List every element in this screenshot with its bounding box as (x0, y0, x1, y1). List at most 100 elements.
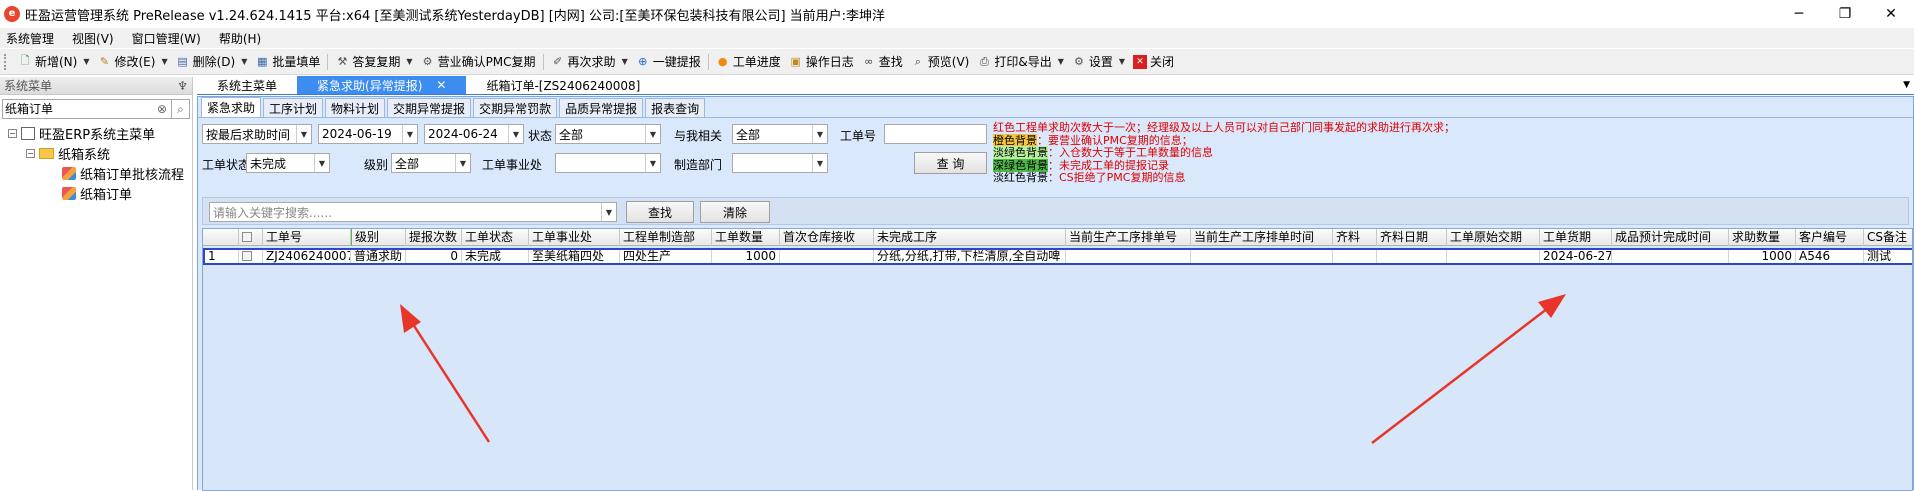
col-header[interactable]: 工单原始交期 (1447, 229, 1540, 246)
chevron-down-icon[interactable]: ▼ (83, 57, 89, 66)
chevron-down-icon[interactable]: ▼ (402, 125, 417, 143)
col-header[interactable]: 成品预计完成时间 (1612, 229, 1729, 246)
edit-button[interactable]: ✎ 修改(E) ▼ (94, 51, 172, 73)
tab-system-main-menu[interactable]: 系统主菜单 (197, 76, 297, 94)
dept-select[interactable]: ▼ (732, 153, 828, 173)
chevron-down-icon[interactable]: ▼ (645, 154, 660, 172)
chevron-down-icon[interactable]: ▼ (508, 125, 523, 143)
tab-carton-order[interactable]: 纸箱订单-[ZS2406240008] (466, 76, 660, 94)
work-order-input[interactable] (884, 124, 987, 144)
table-row[interactable]: 1 ZJ2406240007 普通求助 0 未完成 至美纸箱四处 四处生产 10… (203, 248, 1912, 265)
subtab-quality-exception[interactable]: 品质异常提报 (559, 98, 644, 117)
close-button[interactable]: ✕ 关闭 (1129, 51, 1178, 73)
pin-icon[interactable]: ♆ (177, 79, 188, 93)
chevron-down-icon[interactable]: ▼ (455, 154, 470, 172)
sales-confirm-button[interactable]: ⚙ 营业确认PMC复期 (417, 51, 540, 73)
menu-window[interactable]: 窗口管理(W) (132, 30, 201, 47)
wo-status-select[interactable]: 未完成 ▼ (246, 153, 330, 173)
menu-view[interactable]: 视图(V) (72, 30, 114, 47)
chevron-down-icon[interactable]: ▼ (812, 154, 827, 172)
request-again-button[interactable]: ✐ 再次求助 ▼ (547, 51, 632, 73)
menu-system[interactable]: 系统管理 (6, 30, 54, 47)
batch-fill-button[interactable]: ▦ 批量填单 (251, 51, 324, 73)
tree-node-approval-flow[interactable]: 纸箱订单批核流程 (0, 163, 192, 183)
col-header[interactable]: 工单事业处 (529, 229, 620, 246)
new-button[interactable]: 🗋 新增(N) ▼ (14, 51, 94, 73)
close-tab-icon[interactable]: ✕ (436, 78, 446, 92)
subtab-emergency-help[interactable]: 紧急求助 (201, 97, 262, 117)
query-button[interactable]: 查 询 (914, 152, 987, 174)
chevron-down-icon[interactable]: ▼ (314, 154, 329, 172)
col-header[interactable]: 工单数量 (712, 229, 780, 246)
col-header[interactable]: 客户编号 (1796, 229, 1864, 246)
row-checkbox[interactable] (242, 251, 252, 261)
col-header[interactable]: 未完成工序 (874, 229, 1066, 246)
operation-log-button[interactable]: ▣ 操作日志 (785, 51, 858, 73)
division-select[interactable]: ▼ (555, 153, 661, 173)
reply-review-button[interactable]: ⚒ 答复复期 ▼ (331, 51, 416, 73)
toolbar-grip[interactable] (4, 53, 8, 70)
date-to-field[interactable]: 2024-06-24 ▼ (424, 124, 524, 144)
col-header[interactable]: CS备注 (1864, 229, 1912, 246)
tab-list-dropdown-icon[interactable]: ▼ (1903, 80, 1910, 90)
tab-emergency-help[interactable]: 紧急求助(异常提报) ✕ (297, 76, 467, 94)
subtab-material-plan[interactable]: 物料计划 (325, 98, 386, 117)
clear-icon[interactable]: ⊗ (153, 100, 171, 118)
settings-button[interactable]: ⚙ 设置 ▼ (1068, 51, 1129, 73)
work-progress-button[interactable]: ● 工单进度 (712, 51, 785, 73)
clear-button[interactable]: 清除 (700, 201, 770, 223)
col-header[interactable]: 级别 (351, 229, 406, 246)
menu-help[interactable]: 帮助(H) (219, 30, 261, 47)
keyword-search-input[interactable]: 请输入关键字搜索...... ▼ (209, 202, 617, 222)
col-header[interactable]: 提报次数 (406, 229, 462, 246)
chevron-down-icon[interactable]: ▼ (161, 57, 167, 66)
preview-button[interactable]: ⌕ 预览(V) (907, 51, 974, 73)
select-all-checkbox[interactable] (242, 232, 252, 242)
chevron-down-icon[interactable]: ▼ (406, 57, 412, 66)
print-export-button[interactable]: ⎙ 打印&导出 ▼ (973, 51, 1068, 73)
sidebar-search-input[interactable]: 纸箱订单 (3, 100, 153, 118)
col-header[interactable]: 当前生产工序排单号 (1066, 229, 1191, 246)
search-button[interactable]: 查找 (626, 201, 694, 223)
tree-node-root[interactable]: − 旺盈ERP系统主菜单 (0, 123, 192, 143)
col-header[interactable]: 工单号 (263, 229, 351, 246)
close-window-button[interactable]: ✕ (1868, 0, 1914, 28)
chevron-down-icon[interactable]: ▼ (601, 203, 616, 221)
subtab-delivery-penalty[interactable]: 交期异常罚款 (473, 98, 558, 117)
chevron-down-icon[interactable]: ▼ (1058, 57, 1064, 66)
chevron-down-icon[interactable]: ▼ (241, 57, 247, 66)
col-header[interactable]: 工单状态 (462, 229, 529, 246)
chevron-down-icon[interactable]: ▼ (622, 57, 628, 66)
subtab-delivery-exception[interactable]: 交期异常提报 (387, 98, 472, 117)
col-header[interactable]: 当前生产工序排单时间 (1191, 229, 1333, 246)
chevron-down-icon[interactable]: ▼ (1119, 57, 1125, 66)
level-select[interactable]: 全部 ▼ (391, 153, 471, 173)
collapse-icon[interactable]: − (8, 128, 17, 138)
collapse-icon[interactable]: − (26, 148, 35, 158)
minimize-button[interactable]: ─ (1776, 0, 1822, 28)
sidebar-search[interactable]: 纸箱订单 ⊗ ⌕ (2, 99, 190, 119)
chevron-down-icon[interactable]: ▼ (296, 125, 311, 143)
status-select[interactable]: 全部 ▼ (555, 124, 661, 144)
find-button[interactable]: ∞ 查找 (858, 51, 907, 73)
chevron-down-icon[interactable]: ▼ (812, 125, 827, 143)
col-header[interactable]: 求助数量 (1729, 229, 1796, 246)
col-header[interactable]: 工单货期 (1540, 229, 1612, 246)
chevron-down-icon[interactable]: ▼ (645, 125, 660, 143)
tree-node-carton-order[interactable]: 纸箱订单 (0, 183, 192, 203)
col-header-select[interactable] (239, 229, 263, 246)
tree-node-carton-system[interactable]: − 纸箱系统 (0, 143, 192, 163)
col-header[interactable]: 工程单制造部 (620, 229, 712, 246)
col-header[interactable]: 首次仓库接收 (780, 229, 874, 246)
subtab-report-query[interactable]: 报表查询 (645, 98, 706, 117)
delete-button[interactable]: ▤ 删除(D) ▼ (172, 51, 252, 73)
maximize-button[interactable]: ❐ (1822, 0, 1868, 28)
col-header[interactable]: 齐料 (1333, 229, 1377, 246)
col-header[interactable]: 齐料日期 (1377, 229, 1447, 246)
cell-select[interactable] (239, 250, 263, 263)
search-icon[interactable]: ⌕ (171, 100, 189, 118)
subtab-process-plan[interactable]: 工序计划 (263, 98, 324, 117)
sort-mode-select[interactable]: 按最后求助时间 ▼ (202, 124, 312, 144)
date-from-field[interactable]: 2024-06-19 ▼ (318, 124, 418, 144)
related-select[interactable]: 全部 ▼ (732, 124, 828, 144)
